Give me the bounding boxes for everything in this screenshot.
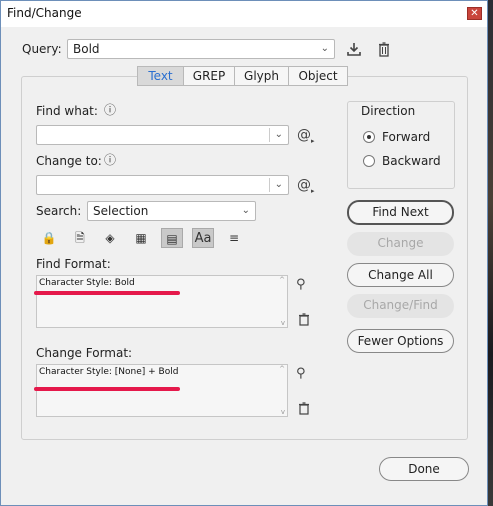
info-icon[interactable]: ⓘ: [104, 152, 116, 168]
query-select[interactable]: Bold ⌄: [67, 39, 335, 59]
fewer-options-button[interactable]: Fewer Options: [347, 329, 454, 353]
chevron-down-icon: ⌄: [320, 43, 329, 54]
forward-label[interactable]: Forward: [382, 130, 430, 144]
specify-change-format-icon[interactable]: ⚲: [296, 366, 306, 382]
trash-icon[interactable]: [376, 41, 392, 57]
clear-change-format-icon[interactable]: [297, 401, 311, 415]
change-format-label: Change Format:: [36, 346, 133, 360]
window-title: Find/Change: [7, 6, 82, 20]
include-footnotes-icon[interactable]: ▤: [161, 228, 183, 248]
title-bar: Find/Change ✕: [1, 1, 487, 27]
include-hidden-layers-icon[interactable]: ◈: [99, 228, 121, 248]
find-what-label: Find what:: [36, 104, 98, 118]
find-change-dialog: Find/Change ✕ Query: Bold ⌄ Text GREP Gl…: [0, 0, 488, 506]
forward-radio[interactable]: [363, 131, 375, 143]
search-scope-value: Selection: [93, 204, 149, 218]
at-symbol-icon[interactable]: @▸: [297, 127, 315, 149]
clear-find-format-icon[interactable]: [297, 312, 311, 326]
tab-glyph[interactable]: Glyph: [234, 66, 289, 86]
tab-grep[interactable]: GREP: [183, 66, 235, 86]
change-to-label: Change to:: [36, 154, 102, 168]
find-format-value: Character Style: Bold: [39, 278, 135, 288]
close-button[interactable]: ✕: [467, 7, 482, 20]
save-query-icon[interactable]: [346, 41, 362, 57]
specify-find-format-icon[interactable]: ⚲: [296, 277, 306, 293]
query-value: Bold: [73, 42, 100, 56]
change-all-button[interactable]: Change All: [347, 263, 454, 287]
background-desktop-strip: [488, 0, 493, 506]
chevron-down-icon: ⌄: [241, 205, 250, 216]
at-symbol-icon[interactable]: @▸: [297, 177, 315, 199]
chevron-down-icon[interactable]: ⌄: [275, 126, 283, 144]
done-button[interactable]: Done: [379, 457, 469, 481]
mode-tabs: Text GREP Glyph Object: [137, 66, 348, 86]
search-label: Search:: [36, 204, 82, 218]
info-icon[interactable]: ⓘ: [104, 102, 116, 118]
search-scope-select[interactable]: Selection ⌄: [87, 201, 256, 221]
chevron-down-icon[interactable]: ⌄: [275, 176, 283, 194]
find-format-box[interactable]: Character Style: Bold ^ v: [36, 275, 288, 328]
find-format-highlight: [34, 291, 180, 295]
change-format-highlight: [34, 387, 180, 391]
case-sensitive-icon[interactable]: Aa: [192, 228, 214, 248]
change-format-value: Character Style: [None] + Bold: [39, 367, 179, 377]
find-what-input[interactable]: ⌄: [36, 125, 289, 145]
find-next-button[interactable]: Find Next: [347, 200, 454, 225]
include-master-pages-icon[interactable]: ▦: [130, 228, 152, 248]
change-to-input[interactable]: ⌄: [36, 175, 289, 195]
query-label: Query:: [22, 42, 62, 56]
backward-label[interactable]: Backward: [382, 154, 441, 168]
change-find-button[interactable]: Change/Find: [347, 294, 454, 318]
include-locked-layers-icon[interactable]: 🔒: [38, 228, 60, 248]
tab-text[interactable]: Text: [137, 66, 184, 86]
direction-label: Direction: [361, 104, 416, 118]
change-button[interactable]: Change: [347, 232, 454, 256]
whole-word-icon[interactable]: ≡: [223, 228, 245, 248]
tab-object[interactable]: Object: [288, 66, 348, 86]
find-format-label: Find Format:: [36, 257, 111, 271]
include-locked-stories-icon[interactable]: 🗎: [69, 228, 91, 248]
backward-radio[interactable]: [363, 155, 375, 167]
